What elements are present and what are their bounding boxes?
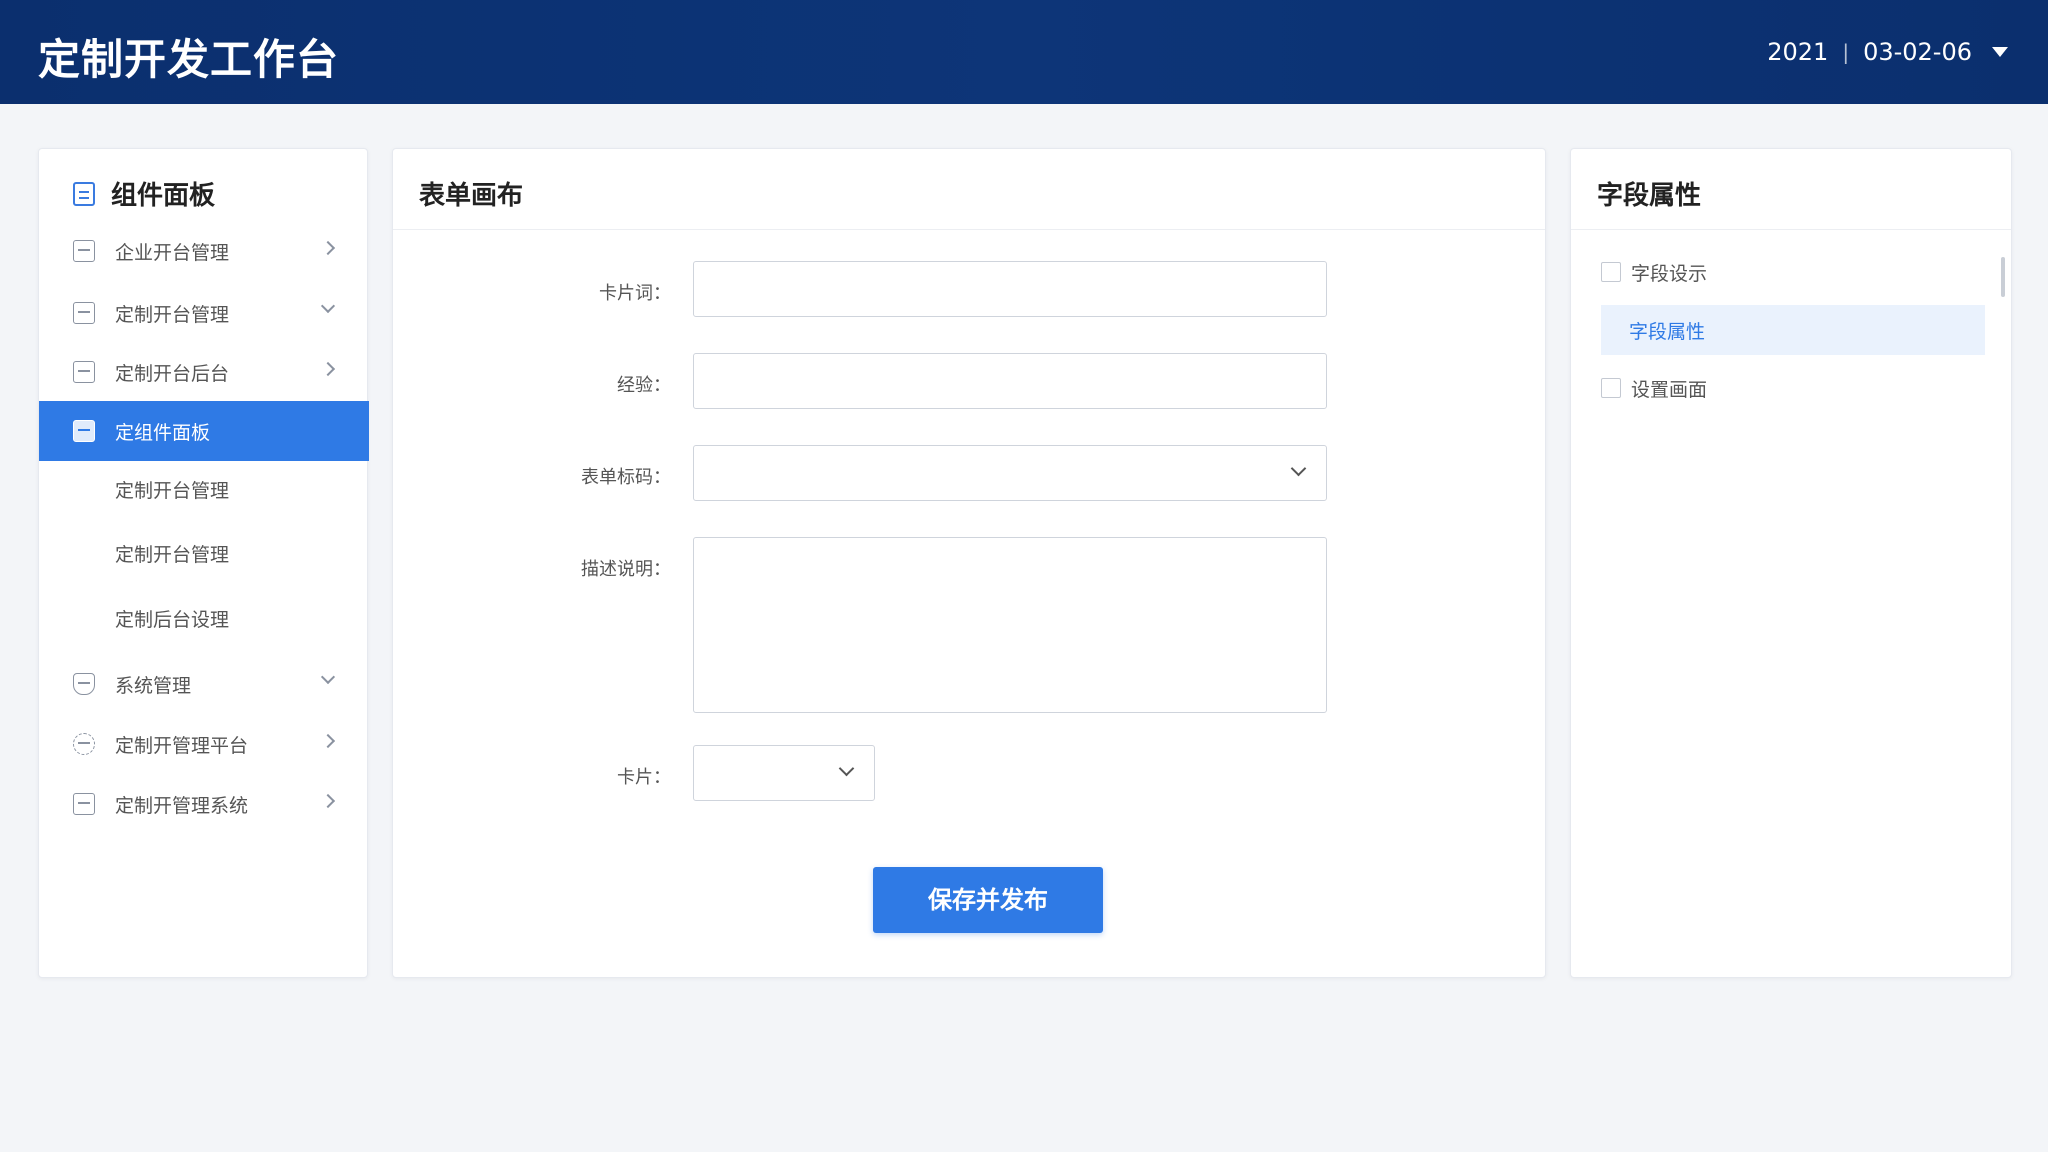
description-textarea[interactable] bbox=[693, 537, 1327, 713]
nav-item-label: 定制开台管理 bbox=[115, 303, 230, 326]
nav-item-enterprise[interactable]: 企业开台管理 bbox=[39, 221, 369, 281]
property-field-attributes[interactable]: 字段属性 bbox=[1601, 305, 1985, 355]
chevron-down-icon bbox=[320, 669, 336, 685]
top-bar: 定制开发工作台 2021 | 03-02-06 bbox=[0, 0, 2048, 104]
divider bbox=[1571, 229, 2011, 230]
nav-item-label: 定制开台后台 bbox=[115, 362, 230, 385]
date-label: 03-02-06 bbox=[1863, 38, 1972, 66]
sub-item-2[interactable]: 定制开台管理 bbox=[115, 535, 229, 575]
experience-input[interactable] bbox=[693, 353, 1327, 409]
field-label: 表单标码： bbox=[581, 467, 671, 488]
chevron-right-icon bbox=[320, 240, 336, 256]
field-label: 卡片词： bbox=[599, 283, 671, 304]
panel-icon bbox=[73, 181, 95, 206]
checkbox[interactable] bbox=[1601, 262, 1621, 282]
form-canvas: 表单画布 卡片词： 经验： 表单标码： 描述说明： 卡片： 保存并发布 bbox=[392, 148, 1546, 978]
sub-item-3[interactable]: 定制后台设理 bbox=[115, 600, 229, 640]
property-label: 字段设示 bbox=[1631, 262, 1708, 285]
clipboard-icon bbox=[73, 361, 95, 383]
field-label: 描述说明： bbox=[581, 559, 671, 580]
chevron-down-icon bbox=[838, 760, 855, 777]
year-label: 2021 bbox=[1767, 38, 1829, 66]
sub-item-1[interactable]: 定制开台管理 bbox=[115, 471, 229, 511]
field-label: 卡片： bbox=[617, 767, 671, 788]
nav-item-system[interactable]: 系统管理 bbox=[39, 654, 369, 714]
field-label: 经验： bbox=[617, 375, 671, 396]
nav-item-label: 定组件面板 bbox=[115, 421, 211, 444]
component-panel-header: 组件面板 bbox=[73, 175, 215, 212]
field-properties-title: 字段属性 bbox=[1597, 181, 1702, 211]
chevron-right-icon bbox=[320, 361, 336, 377]
chevron-down-icon bbox=[1290, 460, 1307, 477]
nav-item-custom-management[interactable]: 定制开台管理 bbox=[39, 283, 369, 343]
nav-item-label: 企业开台管理 bbox=[115, 241, 230, 264]
scrollbar-thumb[interactable] bbox=[2001, 257, 2005, 297]
document-icon bbox=[73, 302, 95, 324]
form-code-select[interactable] bbox=[693, 445, 1327, 501]
panel-icon bbox=[73, 240, 95, 262]
property-settings-view[interactable]: 设置画面 bbox=[1601, 363, 1707, 413]
chevron-right-icon bbox=[320, 733, 336, 749]
date-separator: | bbox=[1842, 40, 1850, 64]
nav-item-label: 系统管理 bbox=[115, 674, 192, 697]
save-publish-button[interactable]: 保存并发布 bbox=[873, 867, 1103, 933]
card-select[interactable] bbox=[693, 745, 875, 801]
app-title: 定制开发工作台 bbox=[38, 35, 340, 84]
chevron-right-icon bbox=[320, 793, 336, 809]
divider bbox=[393, 229, 1545, 230]
form-canvas-title: 表单画布 bbox=[419, 181, 524, 211]
property-label: 设置画面 bbox=[1631, 378, 1708, 401]
chevron-down-icon bbox=[320, 298, 336, 314]
card-word-input[interactable] bbox=[693, 261, 1327, 317]
calendar-icon bbox=[73, 793, 95, 815]
caret-down-icon[interactable] bbox=[1992, 47, 2008, 57]
field-properties-panel: 字段属性 字段设示 字段属性 设置画面 bbox=[1570, 148, 2012, 978]
date-selector[interactable]: 2021 | 03-02-06 bbox=[1767, 38, 2008, 66]
nav-item-label: 定制开管理系统 bbox=[115, 794, 249, 817]
component-panel-title: 组件面板 bbox=[111, 181, 216, 211]
property-label: 字段属性 bbox=[1629, 320, 1706, 343]
nav-item-label: 定制开管理平台 bbox=[115, 734, 249, 757]
gear-icon bbox=[73, 733, 95, 755]
form-icon bbox=[73, 420, 95, 442]
property-field-display[interactable]: 字段设示 bbox=[1601, 247, 1707, 297]
component-panel: 组件面板 企业开台管理 定制开台管理 定制开台后台 定组件面板 定制开台管理 定… bbox=[38, 148, 369, 978]
checkbox[interactable] bbox=[1601, 378, 1621, 398]
nav-item-component-panel[interactable]: 定组件面板 bbox=[39, 401, 369, 461]
nav-item-platform[interactable]: 定制开管理平台 bbox=[39, 714, 369, 774]
nav-item-system-management[interactable]: 定制开管理系统 bbox=[39, 774, 369, 834]
shield-icon bbox=[73, 673, 95, 695]
nav-item-custom-backend[interactable]: 定制开台后台 bbox=[39, 342, 369, 402]
